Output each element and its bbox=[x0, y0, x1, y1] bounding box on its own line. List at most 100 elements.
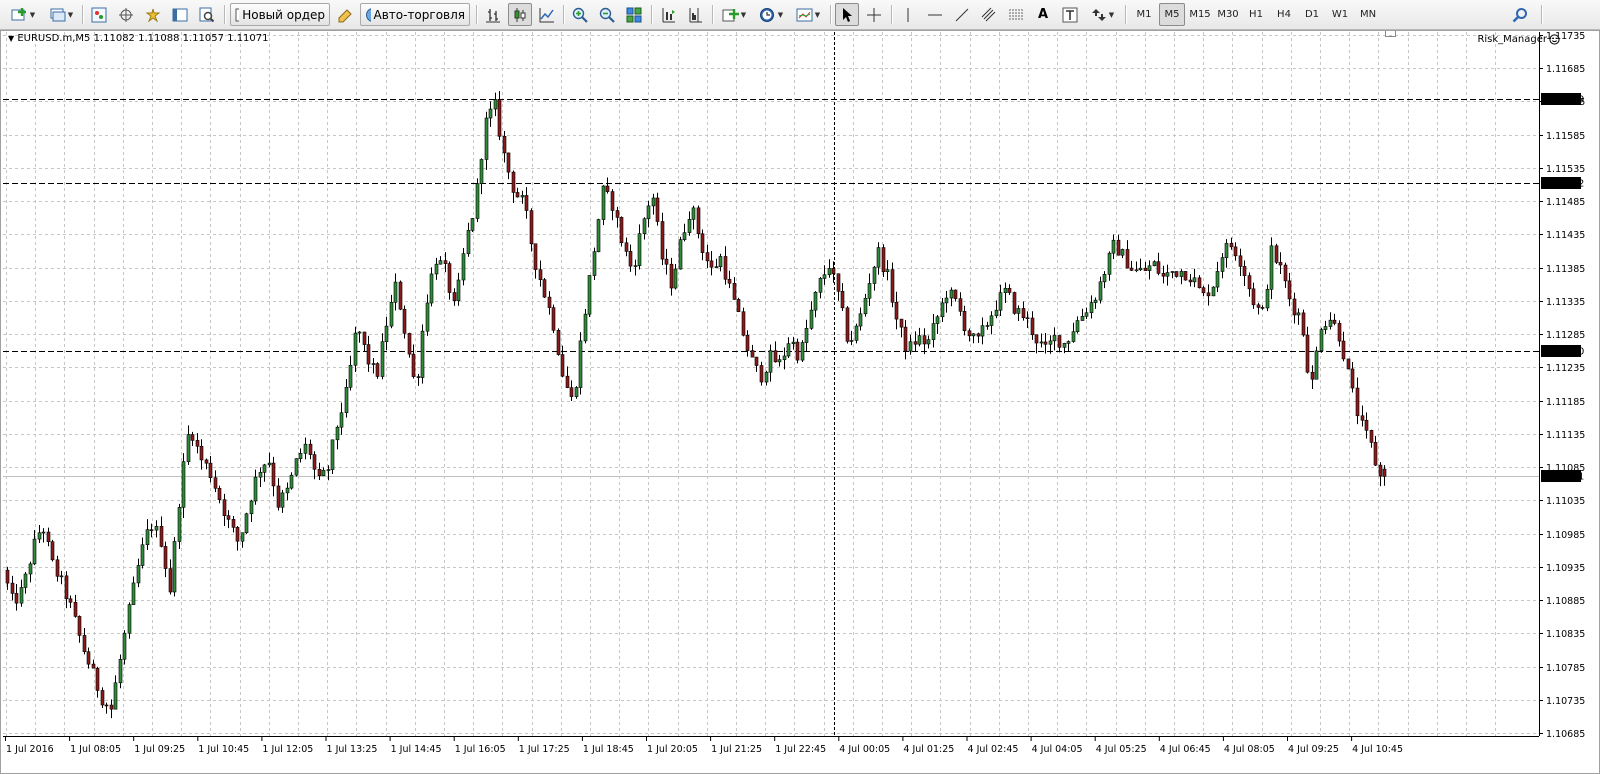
bull-candle bbox=[854, 325, 859, 341]
bull-candle bbox=[122, 632, 127, 660]
candlestick-chart-button[interactable] bbox=[508, 3, 532, 26]
bull-candle bbox=[298, 452, 303, 459]
bull-candle bbox=[768, 350, 773, 373]
text-letter-a-icon: A bbox=[1037, 7, 1049, 22]
bull-candle bbox=[37, 532, 42, 540]
bear-candle bbox=[1161, 273, 1166, 277]
trendline-tool-button[interactable] bbox=[950, 3, 974, 26]
market-watch-button[interactable] bbox=[87, 3, 111, 26]
strategy-tester-button[interactable] bbox=[195, 3, 219, 26]
time-tick-label: 4 Jul 10:45 bbox=[1352, 744, 1403, 755]
bull-candle bbox=[596, 219, 601, 253]
terminal-button[interactable] bbox=[168, 3, 192, 26]
timeframe-w1-button[interactable]: W1 bbox=[1327, 3, 1353, 26]
bull-candle bbox=[253, 476, 258, 502]
auto-trading-button[interactable]: Авто-торговля bbox=[360, 3, 470, 26]
metaeditor-icon bbox=[338, 8, 352, 22]
bear-candle bbox=[1007, 287, 1012, 293]
text-label-tool-button[interactable] bbox=[1058, 3, 1082, 26]
bear-candle bbox=[1260, 307, 1265, 309]
bear-candle bbox=[1238, 255, 1243, 267]
crosshair-tool-button[interactable] bbox=[862, 3, 886, 26]
bull-candle bbox=[1111, 239, 1116, 254]
timeframe-m1-button[interactable]: M1 bbox=[1131, 3, 1157, 26]
bull-candle bbox=[285, 487, 290, 494]
bear-candle bbox=[10, 582, 15, 594]
toolbar-separator bbox=[563, 5, 565, 24]
bear-candle bbox=[163, 546, 168, 569]
bull-candle bbox=[994, 309, 999, 317]
bar-chart-button[interactable] bbox=[481, 3, 505, 26]
bull-candle bbox=[931, 323, 936, 340]
bear-candle bbox=[736, 299, 741, 313]
zoom-in-button[interactable] bbox=[568, 3, 592, 26]
symbol-ohlc-text: EURUSD.m,M5 1.11082 1.11088 1.11057 1.11… bbox=[17, 33, 269, 44]
bear-candle bbox=[1382, 468, 1387, 477]
bull-candle bbox=[791, 341, 796, 344]
price-tick-label: 1.11285 bbox=[1546, 330, 1585, 341]
zoom-out-button[interactable] bbox=[595, 3, 619, 26]
bull-candle bbox=[885, 269, 890, 273]
horizontal-line-tool-button[interactable] bbox=[923, 3, 947, 26]
bear-candle bbox=[407, 333, 412, 355]
bear-candle bbox=[696, 207, 701, 235]
data-window-button[interactable] bbox=[114, 3, 138, 26]
bull-candle bbox=[764, 371, 769, 383]
auto-scroll-button[interactable] bbox=[656, 3, 680, 26]
bull-candle bbox=[1102, 274, 1107, 283]
new-chart-button[interactable]: ▼ bbox=[6, 3, 40, 26]
templates-button[interactable]: ▼ bbox=[791, 3, 825, 26]
equidistant-channel-tool-button[interactable] bbox=[977, 3, 1001, 26]
bear-candle bbox=[836, 273, 841, 292]
fibonacci-tool-button[interactable] bbox=[1004, 3, 1028, 26]
timeframe-label: D1 bbox=[1304, 9, 1320, 20]
bear-candle bbox=[375, 363, 380, 377]
bear-candle bbox=[1183, 271, 1188, 281]
timeframe-mn-button[interactable]: MN bbox=[1355, 3, 1381, 26]
templates-icon bbox=[796, 8, 813, 21]
market-watch-icon bbox=[91, 7, 107, 22]
bear-candle bbox=[1201, 287, 1206, 294]
cursor-tool-button[interactable] bbox=[835, 3, 859, 26]
main-toolbar: ▼ ▼ Новый ордер Авто-торговля ▼ ▼ ▼ A ▼ … bbox=[0, 0, 1600, 30]
bull-candle bbox=[461, 253, 466, 281]
bull-candle bbox=[23, 573, 28, 588]
periods-button[interactable]: ▼ bbox=[754, 3, 788, 26]
toolbar-separator bbox=[891, 5, 893, 24]
expert-advisor-label[interactable]: Risk_Manager bbox=[1477, 34, 1560, 45]
arrows-tool-button[interactable]: ▼ bbox=[1085, 3, 1119, 26]
navigator-button[interactable] bbox=[141, 3, 165, 26]
new-order-button[interactable]: Новый ордер bbox=[230, 3, 330, 26]
timeframe-h4-button[interactable]: H4 bbox=[1271, 3, 1297, 26]
cursor-arrow-icon bbox=[843, 7, 852, 22]
text-tool-button[interactable]: A bbox=[1031, 3, 1055, 26]
timeframe-h1-button[interactable]: H1 bbox=[1243, 3, 1269, 26]
bull-candle bbox=[380, 341, 385, 377]
metaeditor-button[interactable] bbox=[333, 3, 357, 26]
timeframe-m15-button[interactable]: M15 bbox=[1187, 3, 1213, 26]
indicators-button[interactable]: ▼ bbox=[717, 3, 751, 26]
bear-candle bbox=[1369, 430, 1374, 443]
bear-candle bbox=[529, 210, 534, 245]
price-tick-label: 1.11235 bbox=[1546, 363, 1585, 374]
smiley-face-icon bbox=[1549, 34, 1560, 45]
horizontal-line-icon bbox=[928, 14, 942, 15]
bull-candle bbox=[998, 292, 1003, 311]
tile-windows-button[interactable] bbox=[622, 3, 646, 26]
bear-candle bbox=[922, 335, 927, 345]
timeframe-label: M15 bbox=[1189, 9, 1211, 20]
bull-candle bbox=[876, 247, 881, 268]
bear-candle bbox=[1197, 277, 1202, 289]
bear-candle bbox=[411, 353, 416, 377]
timeframe-d1-button[interactable]: D1 bbox=[1299, 3, 1325, 26]
timeframe-m5-button[interactable]: M5 bbox=[1159, 3, 1185, 26]
bull-candle bbox=[849, 340, 854, 342]
line-chart-button[interactable] bbox=[535, 3, 559, 26]
chart-shift-button[interactable] bbox=[683, 3, 707, 26]
profiles-button[interactable]: ▼ bbox=[44, 3, 78, 26]
bull-candle bbox=[1080, 315, 1085, 321]
vertical-line-tool-button[interactable] bbox=[896, 3, 920, 26]
search-button[interactable] bbox=[1508, 3, 1532, 26]
timeframe-m30-button[interactable]: M30 bbox=[1215, 3, 1241, 26]
price-chart[interactable]: 1.117351.116851.116351.115851.115351.114… bbox=[0, 30, 1600, 774]
